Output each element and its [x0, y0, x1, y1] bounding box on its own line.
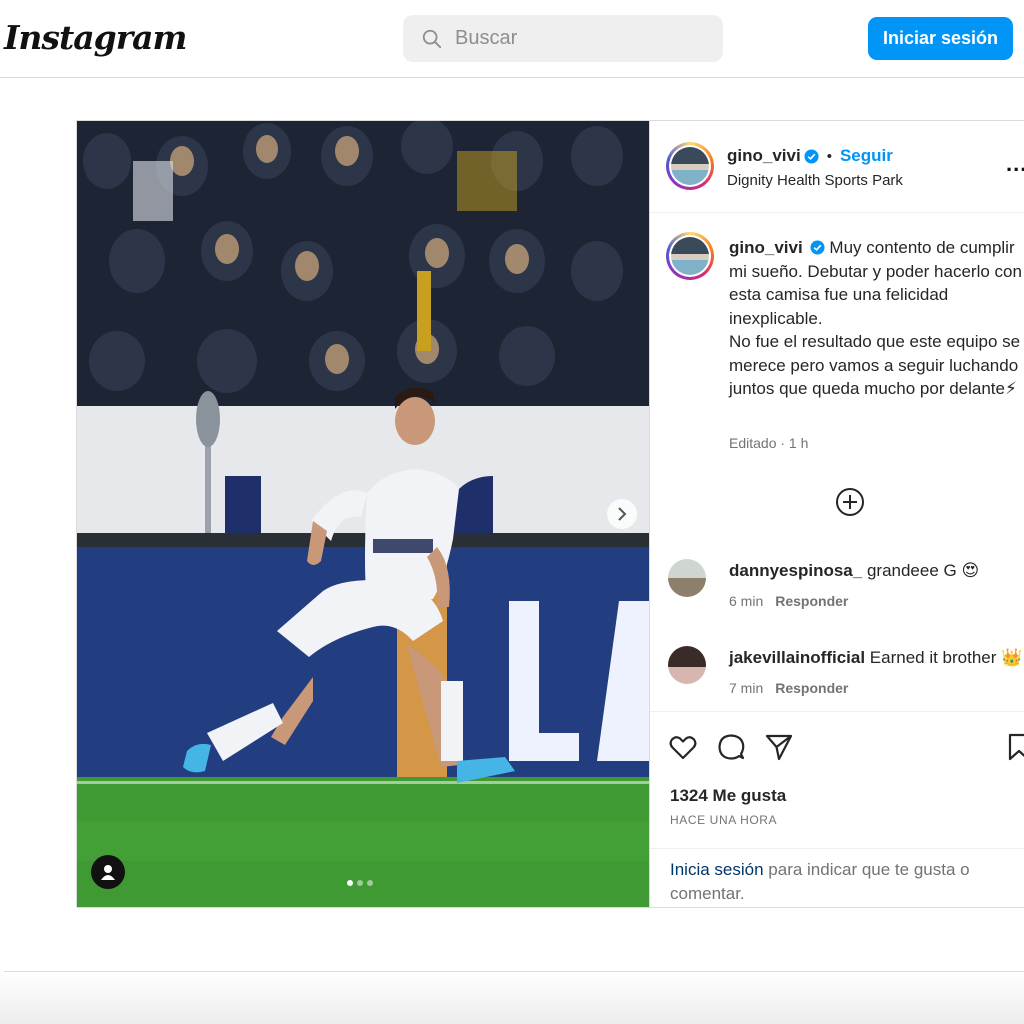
share-icon[interactable]: [764, 732, 794, 762]
carousel-dot: [347, 880, 353, 886]
caption-text: gino_vivi Muy contento de cumplir mi sue…: [729, 236, 1024, 401]
carousel-dot: [357, 880, 363, 886]
commenter-username[interactable]: jakevillainofficial: [729, 648, 865, 667]
comment-item: dannyespinosa_ grandeee G 😍 6 min Respond…: [666, 559, 1024, 609]
comment-time: 7 min: [729, 680, 764, 696]
commenter-username[interactable]: dannyespinosa_: [729, 561, 862, 580]
comment-body: Earned it brother 👑: [869, 648, 1023, 667]
caption-edited-time: Editado · 1 h: [729, 435, 809, 451]
comment-meta: 7 min Responder: [729, 680, 848, 696]
search-input[interactable]: [455, 27, 705, 50]
post-photo[interactable]: [77, 121, 649, 907]
verified-icon: [804, 148, 819, 164]
author-username[interactable]: gino_vivi: [727, 146, 801, 166]
post-header: gino_vivi • Seguir Dignity Health Sports…: [650, 121, 1024, 213]
post-location[interactable]: Dignity Health Sports Park: [727, 172, 903, 189]
comment-body: grandeee G 😍: [866, 561, 980, 580]
author-avatar[interactable]: [666, 142, 714, 190]
comment-item: jakevillainofficial Earned it brother 👑 …: [666, 646, 1024, 696]
top-navigation-bar: Instagram Iniciar sesión: [0, 0, 1024, 78]
separator: •: [826, 147, 832, 165]
tagged-users-button[interactable]: [91, 855, 125, 889]
reply-button[interactable]: Responder: [775, 593, 848, 609]
login-prompt: Inicia sesión para indicar que te gusta …: [650, 848, 1024, 906]
search-box[interactable]: [403, 15, 723, 62]
carousel-indicator: [347, 880, 373, 886]
soccer-player-photo: [77, 121, 649, 907]
footer-area: [0, 972, 1024, 1024]
chevron-right-icon: [618, 507, 627, 521]
comment-meta: 6 min Responder: [729, 593, 848, 609]
user-tag-icon: [101, 865, 115, 880]
heart-icon[interactable]: [668, 732, 698, 762]
comment-time: 6 min: [729, 593, 764, 609]
comment-text: jakevillainofficial Earned it brother 👑: [729, 648, 1022, 668]
bookmark-icon[interactable]: [1004, 732, 1024, 762]
instagram-logo[interactable]: Instagram: [4, 18, 187, 57]
reply-button[interactable]: Responder: [775, 680, 848, 696]
caption-avatar[interactable]: [666, 232, 714, 280]
post-side-panel: gino_vivi • Seguir Dignity Health Sports…: [649, 121, 1024, 907]
caption-paragraph: No fue el resultado que este equipo se m…: [729, 332, 1021, 398]
caption-username[interactable]: gino_vivi: [729, 238, 803, 257]
login-button[interactable]: Iniciar sesión: [868, 17, 1013, 60]
login-link[interactable]: Inicia sesión: [670, 860, 764, 879]
next-photo-button[interactable]: [607, 499, 637, 529]
comment-icon[interactable]: [716, 732, 746, 762]
verified-icon: [810, 240, 825, 255]
carousel-dot: [367, 880, 373, 886]
commenter-avatar[interactable]: [668, 646, 706, 684]
comment-text: dannyespinosa_ grandeee G 😍: [729, 561, 979, 581]
follow-button[interactable]: Seguir: [840, 146, 893, 166]
post-card: gino_vivi • Seguir Dignity Health Sports…: [76, 120, 1024, 908]
commenter-avatar[interactable]: [668, 559, 706, 597]
post-time: HACE UNA HORA: [670, 813, 778, 827]
likes-count[interactable]: 1324 Me gusta: [670, 786, 786, 806]
plus-circle-icon[interactable]: [835, 487, 865, 517]
search-icon: [422, 29, 442, 48]
post-actions: 1324 Me gusta HACE UNA HORA Inicia sesió…: [650, 711, 1024, 907]
more-options-button[interactable]: ...: [1006, 151, 1024, 177]
